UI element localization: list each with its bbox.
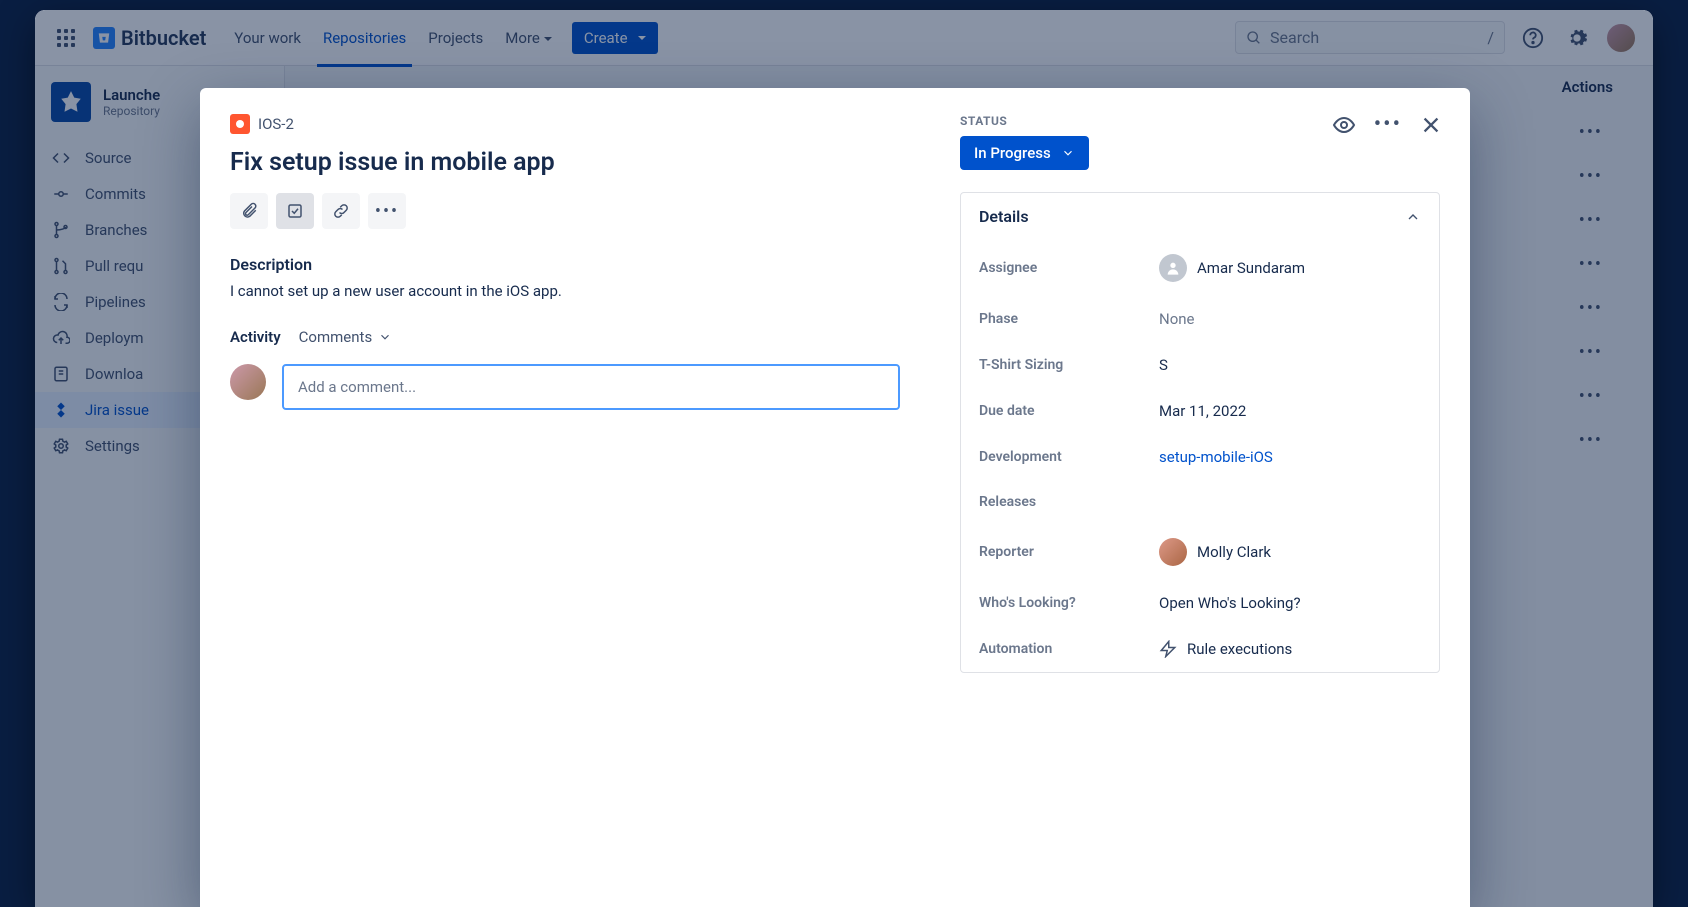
- row-actions-icon[interactable]: •••: [1579, 254, 1603, 275]
- repo-name: Launche: [103, 86, 160, 104]
- field-due-date[interactable]: Due date Mar 11, 2022: [961, 388, 1439, 434]
- product-name: Bitbucket: [121, 26, 206, 50]
- create-button[interactable]: Create: [572, 22, 658, 54]
- nav-more[interactable]: More: [503, 23, 554, 53]
- search-placeholder: Search: [1270, 28, 1319, 47]
- reporter-avatar: [1159, 538, 1187, 566]
- settings-icon[interactable]: [1561, 22, 1593, 54]
- field-development[interactable]: Development setup-mobile-iOS: [961, 434, 1439, 480]
- chevron-down-icon: [378, 330, 392, 344]
- nav-projects[interactable]: Projects: [426, 23, 485, 53]
- details-toggle[interactable]: Details: [961, 193, 1439, 240]
- row-actions-icon[interactable]: •••: [1579, 166, 1603, 187]
- chevron-down-icon: [1061, 146, 1075, 160]
- row-actions-icon[interactable]: •••: [1579, 342, 1603, 363]
- issue-modal: ••• IOS-2 Fix setup issue in mobile app …: [200, 88, 1470, 907]
- activity-heading: Activity: [230, 328, 281, 346]
- pipelines-icon: [51, 292, 71, 312]
- issue-key: IOS-2: [258, 115, 294, 133]
- actions-column-header: Actions: [1562, 78, 1613, 96]
- help-icon[interactable]: [1517, 22, 1549, 54]
- profile-avatar[interactable]: [1605, 22, 1637, 54]
- nav-your-work[interactable]: Your work: [232, 23, 303, 53]
- activity-filter-comments[interactable]: Comments: [299, 328, 393, 346]
- field-tshirt-sizing[interactable]: T-Shirt Sizing S: [961, 342, 1439, 388]
- branch-icon: [51, 220, 71, 240]
- current-user-avatar: [230, 364, 266, 400]
- field-phase[interactable]: Phase None: [961, 296, 1439, 342]
- field-whos-looking[interactable]: Who's Looking? Open Who's Looking?: [961, 580, 1439, 626]
- subtask-button[interactable]: [276, 193, 314, 229]
- description-heading: Description: [230, 255, 900, 274]
- download-icon: [51, 364, 71, 384]
- app-switcher-icon[interactable]: [51, 23, 81, 53]
- more-actions-icon[interactable]: •••: [1374, 112, 1402, 137]
- nav-repositories[interactable]: Repositories: [321, 23, 408, 53]
- jira-icon: [51, 400, 71, 420]
- search-shortcut: /: [1487, 28, 1494, 47]
- link-button[interactable]: [322, 193, 360, 229]
- chevron-up-icon: [1405, 209, 1421, 225]
- description-text[interactable]: I cannot set up a new user account in th…: [230, 282, 900, 300]
- watch-icon[interactable]: [1332, 112, 1356, 137]
- commit-icon: [51, 184, 71, 204]
- row-actions-icon[interactable]: •••: [1579, 122, 1603, 143]
- status-dropdown[interactable]: In Progress: [960, 136, 1089, 170]
- gear-icon: [51, 436, 71, 456]
- issue-type-icon: [230, 114, 250, 134]
- search-icon: [1246, 30, 1262, 46]
- issue-breadcrumb[interactable]: IOS-2: [230, 114, 900, 134]
- row-actions-icon[interactable]: •••: [1579, 298, 1603, 319]
- row-actions-icon[interactable]: •••: [1579, 430, 1603, 451]
- search-input[interactable]: Search /: [1235, 21, 1505, 54]
- more-content-actions-icon[interactable]: •••: [368, 193, 406, 229]
- bitbucket-icon: [93, 27, 115, 49]
- repo-avatar: [51, 82, 91, 122]
- field-assignee[interactable]: Assignee Amar Sundaram: [961, 240, 1439, 296]
- attach-button[interactable]: [230, 193, 268, 229]
- repo-type: Repository: [103, 104, 160, 118]
- code-icon: [51, 148, 71, 168]
- issue-title[interactable]: Fix setup issue in mobile app: [230, 148, 900, 177]
- row-actions-icon[interactable]: •••: [1579, 386, 1603, 407]
- comment-input[interactable]: [282, 364, 900, 410]
- cloud-upload-icon: [51, 328, 71, 348]
- field-automation[interactable]: Automation Rule executions: [961, 626, 1439, 672]
- details-panel: Details Assignee Amar Sundaram Phase Non…: [960, 192, 1440, 673]
- field-releases[interactable]: Releases: [961, 480, 1439, 524]
- chevron-down-icon: [544, 37, 552, 45]
- chevron-down-icon: [638, 36, 646, 44]
- product-logo[interactable]: Bitbucket: [93, 26, 206, 50]
- assignee-avatar: [1159, 254, 1187, 282]
- pull-request-icon: [51, 256, 71, 276]
- row-actions-icon[interactable]: •••: [1579, 210, 1603, 231]
- lightning-icon: [1159, 640, 1177, 658]
- field-reporter[interactable]: Reporter Molly Clark: [961, 524, 1439, 580]
- top-nav: Bitbucket Your work Repositories Project…: [35, 10, 1653, 66]
- close-icon[interactable]: [1420, 112, 1442, 137]
